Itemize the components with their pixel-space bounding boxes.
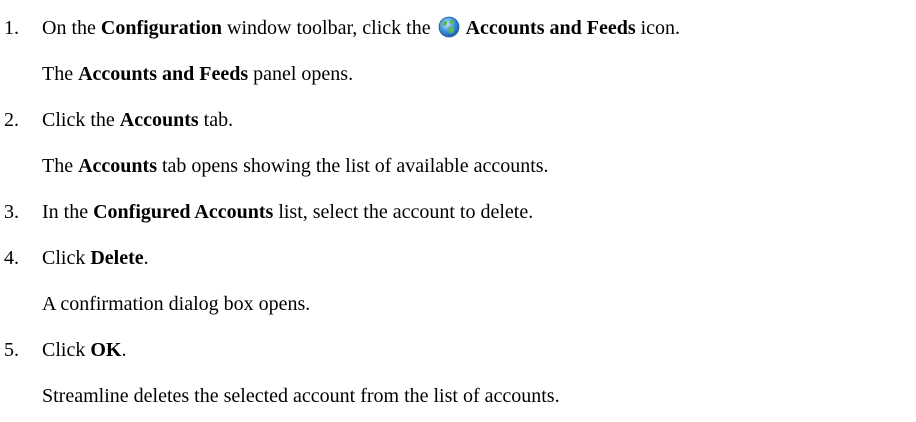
ui-term-configuration: Configuration (100, 17, 223, 39)
step-text-part: The (42, 155, 79, 177)
step-result-text: The Accounts and Feeds panel opens. (42, 60, 353, 88)
step-text-part: Click the (42, 109, 120, 131)
ui-term-accounts: Accounts (119, 109, 199, 131)
step-text-part: Click (42, 339, 91, 361)
step-result-text: A confirmation dialog box opens. (42, 293, 311, 315)
step-text-part: tab. (198, 109, 234, 131)
ui-term-configured-accounts: Configured Accounts (93, 201, 274, 223)
step-text-part: In the (42, 201, 94, 223)
step-text: Click OK. (42, 336, 126, 364)
step-result-text: Streamline deletes the selected account … (42, 385, 560, 407)
ui-term-accounts-and-feeds: Accounts and Feeds (465, 17, 636, 39)
step-text: On the Configuration window toolbar, cli… (42, 14, 680, 42)
ui-term-ok: OK (90, 339, 122, 361)
ui-term-delete: Delete (90, 247, 144, 269)
step-text-part: On the (42, 17, 101, 39)
step-text-part: The (42, 63, 79, 85)
step-result-text: The Accounts tab opens showing the list … (42, 152, 549, 180)
ui-term-accounts-and-feeds: Accounts and Feeds (78, 63, 249, 85)
step-number: 4. (4, 247, 19, 269)
step-number: 5. (4, 339, 19, 361)
ui-term-accounts: Accounts (78, 155, 157, 177)
step-text-part: . (121, 339, 127, 361)
step-text-part: Click (42, 247, 91, 269)
step-text: Click the Accounts tab. (42, 106, 233, 134)
step-number: 2. (4, 109, 19, 131)
step-text-part: tab opens showing the list of available … (156, 155, 549, 177)
step-number: 3. (4, 201, 19, 223)
step-text: Click Delete. (42, 244, 149, 272)
step-text-part: . (143, 247, 149, 269)
step-text-part: panel opens. (248, 63, 354, 85)
step-text: In the Configured Accounts list, select … (42, 198, 533, 226)
step-text-part: icon. (635, 17, 681, 39)
globe-icon (438, 16, 460, 38)
step-text-part: window toolbar, click the (222, 17, 436, 39)
step-number: 1. (4, 17, 19, 39)
step-text-part: list, select the account to delete. (273, 201, 534, 223)
